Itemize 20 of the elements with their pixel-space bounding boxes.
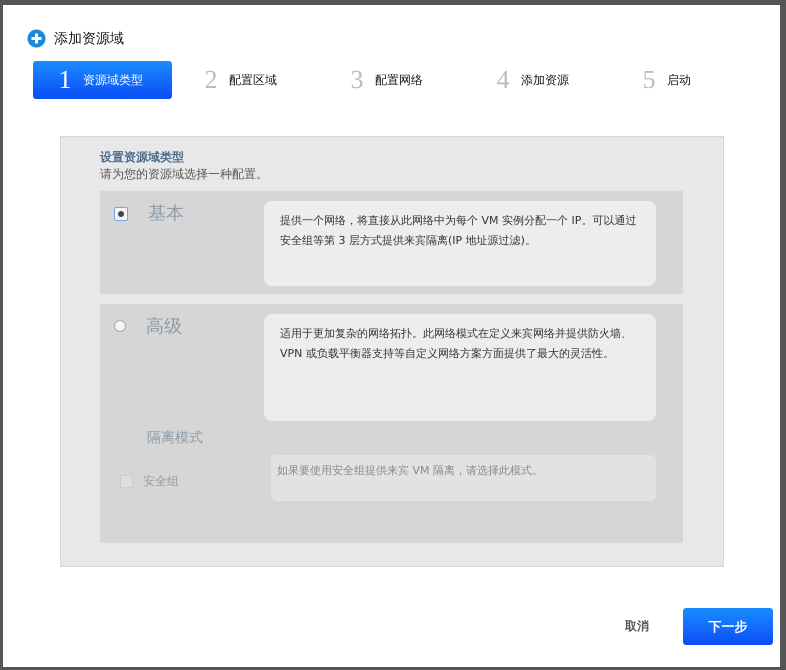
isolation-description: 如果要使用安全组提供来宾 VM 隔离，请选择此模式。	[271, 455, 656, 501]
isolation-title: 隔离模式	[146, 429, 204, 447]
wizard-step[interactable]: 3 配置网络	[325, 61, 471, 99]
option-description: 适用于更加复杂的网络拓扑。此网络模式在定义来宾网络并提供防火墙、VPN 或负载平衡器支持等自定义网络方案方面提供了最大的灵活性。	[264, 314, 656, 421]
radio-button[interactable]	[114, 207, 128, 221]
section-subtitle: 请为您的资源域选择一种配置。	[100, 166, 269, 183]
add-icon	[27, 29, 46, 48]
wizard-step[interactable]: 1 资源域类型	[33, 61, 172, 99]
section-title: 设置资源域类型	[100, 149, 185, 166]
wizard-step[interactable]: 4 添加资源	[471, 61, 617, 99]
option-label: 基本	[148, 202, 184, 225]
radio-button[interactable]	[114, 320, 126, 332]
cancel-button[interactable]: 取消	[619, 617, 655, 636]
checkbox-label: 安全组	[143, 472, 179, 490]
option-label: 高级	[146, 315, 182, 338]
next-button[interactable]: 下一步	[683, 608, 773, 645]
wizard-step[interactable]: 5 启动	[617, 61, 763, 99]
wizard-step[interactable]: 2 配置区域	[179, 61, 325, 99]
dialog-title: 添加资源域	[54, 30, 124, 48]
option-description: 提供一个网络，将直接从此网络中为每个 VM 实例分配一个 IP。可以通过安全组等第 3 层方式提供来宾隔离(IP 地址源过滤)。	[264, 201, 656, 286]
